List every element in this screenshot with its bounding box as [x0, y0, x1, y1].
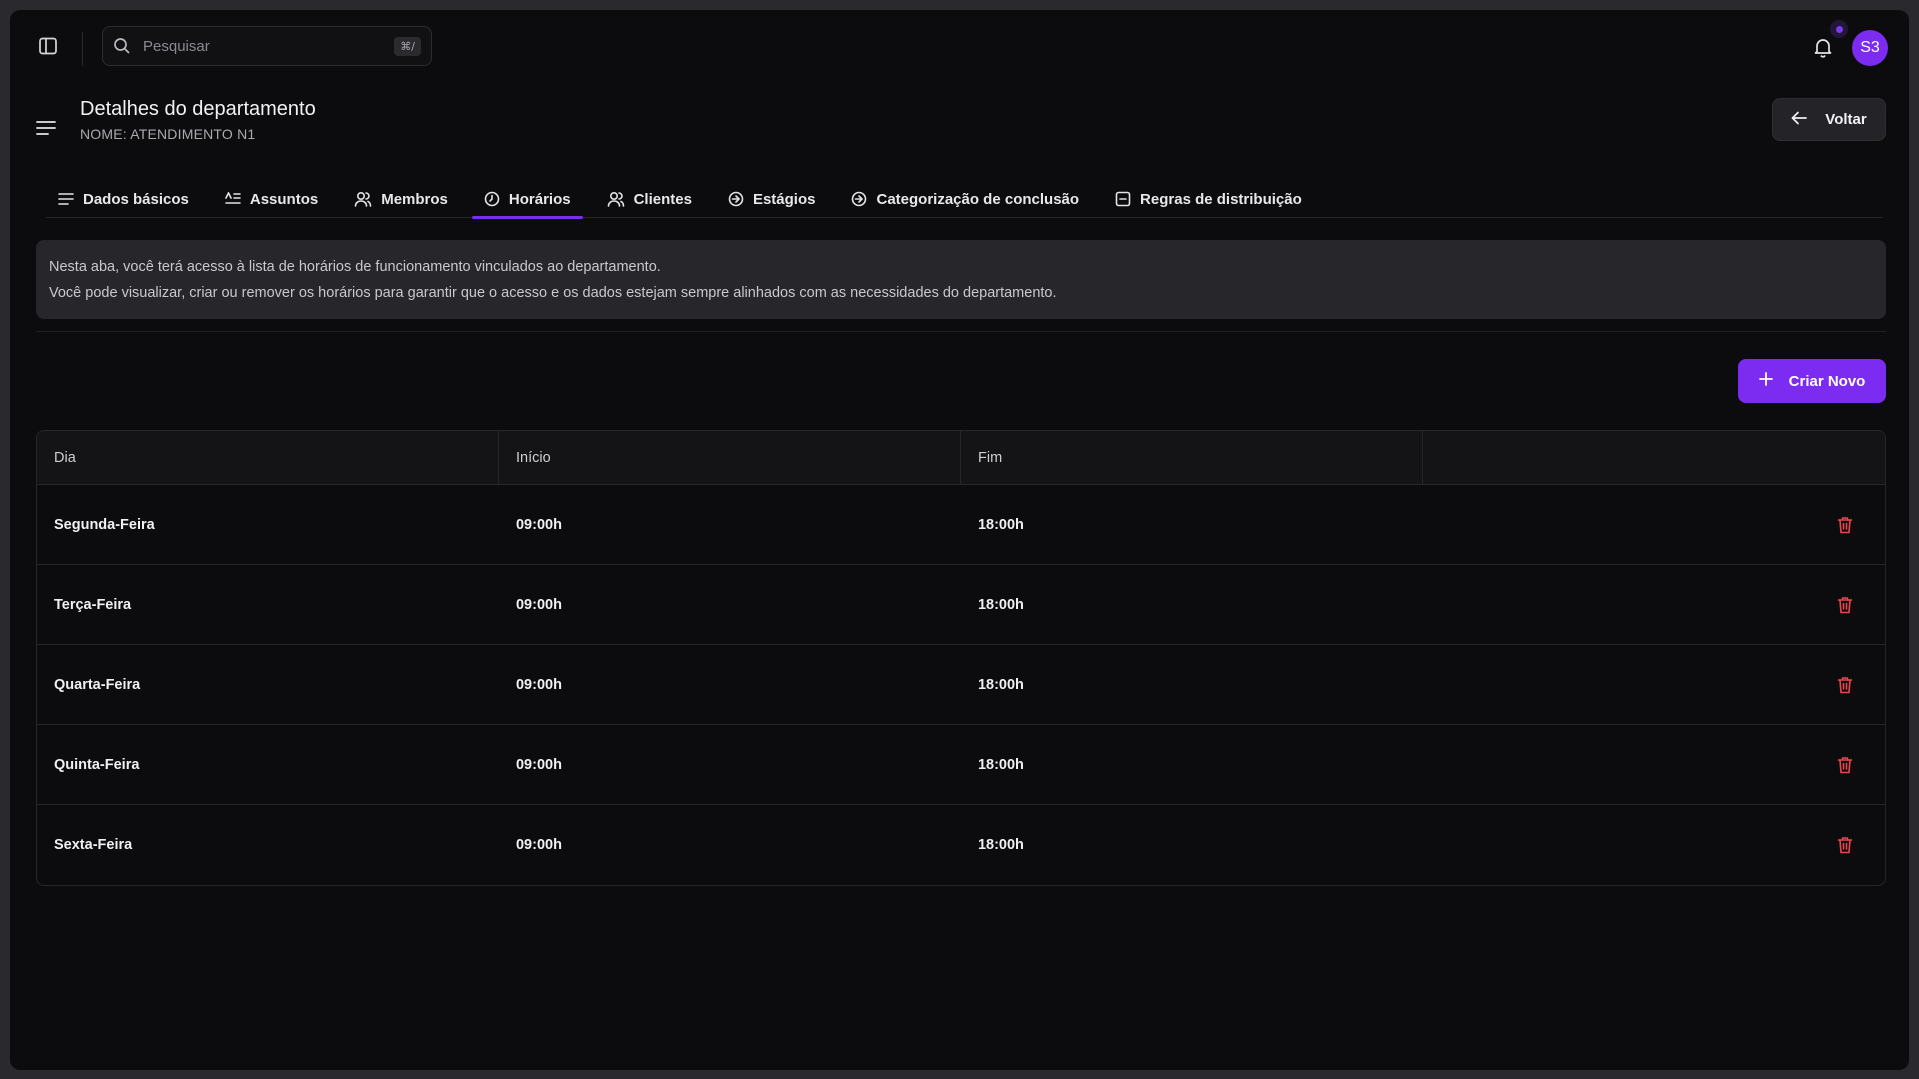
- tab-bar: Dados básicos Assuntos Membros Horários …: [46, 180, 1883, 219]
- back-button-label: Voltar: [1825, 111, 1867, 128]
- square-minus-icon: [1115, 191, 1131, 207]
- cell-end: 18:00h: [977, 837, 1024, 853]
- cell-start: 09:00h: [515, 516, 562, 533]
- divider: [36, 331, 1886, 332]
- cell-actions: [1423, 595, 1885, 615]
- column-header-start[interactable]: Início: [499, 431, 961, 484]
- cell-end: 18:00h: [977, 516, 1024, 533]
- clock-icon: [484, 191, 500, 207]
- users-icon: [354, 191, 372, 207]
- list-icon: [58, 193, 74, 205]
- search-input[interactable]: [143, 37, 395, 55]
- tab-estagios[interactable]: Estágios: [716, 180, 828, 218]
- bell-icon[interactable]: [1810, 34, 1836, 60]
- trash-icon[interactable]: [1835, 755, 1855, 775]
- cell-start: 09:00h: [515, 676, 562, 693]
- table-row: Segunda-Feira 09:00h 18:00h: [37, 485, 1885, 565]
- tab-label: Regras de distribuição: [1140, 190, 1302, 208]
- cell-day: Quarta-Feira: [54, 676, 141, 693]
- info-box: Nesta aba, você terá acesso à lista de h…: [36, 240, 1886, 319]
- table-header: Dia Início Fim: [37, 431, 1885, 485]
- cell-actions: [1423, 835, 1885, 855]
- tab-categorizacao[interactable]: Categorização de conclusão: [839, 180, 1091, 218]
- search-icon: [113, 37, 131, 55]
- column-header-end[interactable]: Fim: [961, 431, 1423, 484]
- cell-end: 18:00h: [977, 676, 1024, 693]
- table-row: Quinta-Feira 09:00h 18:00h: [37, 725, 1885, 805]
- arrow-circle-icon: [728, 191, 744, 207]
- back-button[interactable]: Voltar: [1772, 98, 1886, 141]
- notification-indicator: [1830, 20, 1848, 38]
- search-box[interactable]: ⌘/: [102, 26, 432, 66]
- tab-horarios[interactable]: Horários: [471, 180, 583, 219]
- trash-icon[interactable]: [1835, 595, 1855, 615]
- cell-actions: [1423, 755, 1885, 775]
- tab-label: Estágios: [752, 190, 816, 208]
- tab-label: Categorização de conclusão: [876, 190, 1080, 208]
- table-row: Terça-Feira 09:00h 18:00h: [37, 565, 1885, 645]
- sidebar-toggle-icon[interactable]: [36, 34, 60, 58]
- page-title: Detalhes do departamento: [80, 98, 316, 120]
- subject-list-icon: [225, 192, 241, 204]
- tab-assuntos[interactable]: Assuntos: [213, 180, 330, 218]
- cell-start: 09:00h: [515, 837, 562, 853]
- cell-day: Segunda-Feira: [54, 516, 155, 533]
- app-window: ⌘/ S3 Detalhes do departamento NOME: ATE…: [10, 10, 1909, 1070]
- tab-clientes[interactable]: Clientes: [595, 180, 704, 218]
- menu-icon[interactable]: [34, 116, 58, 140]
- tab-label: Dados básicos: [83, 190, 189, 208]
- info-line: Você pode visualizar, criar ou remover o…: [49, 285, 1057, 301]
- table-row: Sexta-Feira 09:00h 18:00h: [37, 805, 1885, 885]
- search-shortcut-badge: ⌘/: [394, 36, 421, 56]
- avatar[interactable]: S3: [1852, 30, 1888, 66]
- cell-start: 09:00h: [515, 596, 562, 613]
- divider: [82, 32, 83, 66]
- tab-regras-distribuicao[interactable]: Regras de distribuição: [1103, 180, 1314, 218]
- tab-membros[interactable]: Membros: [342, 180, 460, 218]
- cell-day: Quinta-Feira: [54, 756, 140, 773]
- cell-start: 09:00h: [515, 756, 562, 773]
- trash-icon[interactable]: [1835, 835, 1855, 855]
- cell-end: 18:00h: [977, 596, 1024, 613]
- column-header-actions: [1423, 431, 1885, 484]
- cell-day: Sexta-Feira: [54, 837, 133, 853]
- table-row: Quarta-Feira 09:00h 18:00h: [37, 645, 1885, 725]
- arrow-circle-icon: [852, 191, 867, 207]
- trash-icon[interactable]: [1835, 515, 1855, 535]
- cell-end: 18:00h: [977, 756, 1024, 773]
- schedule-table: Dia Início Fim Segunda-Feira 09:00h 18:0…: [36, 430, 1886, 886]
- info-line: Nesta aba, você terá acesso à lista de h…: [49, 259, 661, 275]
- page-subtitle: NOME: ATENDIMENTO N1: [80, 126, 256, 142]
- top-bar: ⌘/ S3: [10, 10, 1909, 82]
- cell-actions: [1423, 675, 1885, 695]
- create-new-label: Criar Novo: [1788, 372, 1866, 390]
- tab-label: Clientes: [633, 190, 692, 208]
- tab-dados-basicos[interactable]: Dados básicos: [46, 180, 201, 218]
- tab-label: Membros: [381, 190, 448, 208]
- tab-label: Assuntos: [249, 190, 319, 208]
- arrow-left-icon: [1791, 111, 1808, 129]
- create-new-button[interactable]: Criar Novo: [1738, 359, 1886, 403]
- tab-label: Horários: [508, 190, 571, 208]
- column-header-day[interactable]: Dia: [37, 431, 499, 484]
- cell-actions: [1423, 515, 1885, 535]
- trash-icon[interactable]: [1835, 675, 1855, 695]
- cell-day: Terça-Feira: [54, 596, 132, 613]
- users-icon: [607, 191, 624, 207]
- plus-icon: [1758, 372, 1773, 390]
